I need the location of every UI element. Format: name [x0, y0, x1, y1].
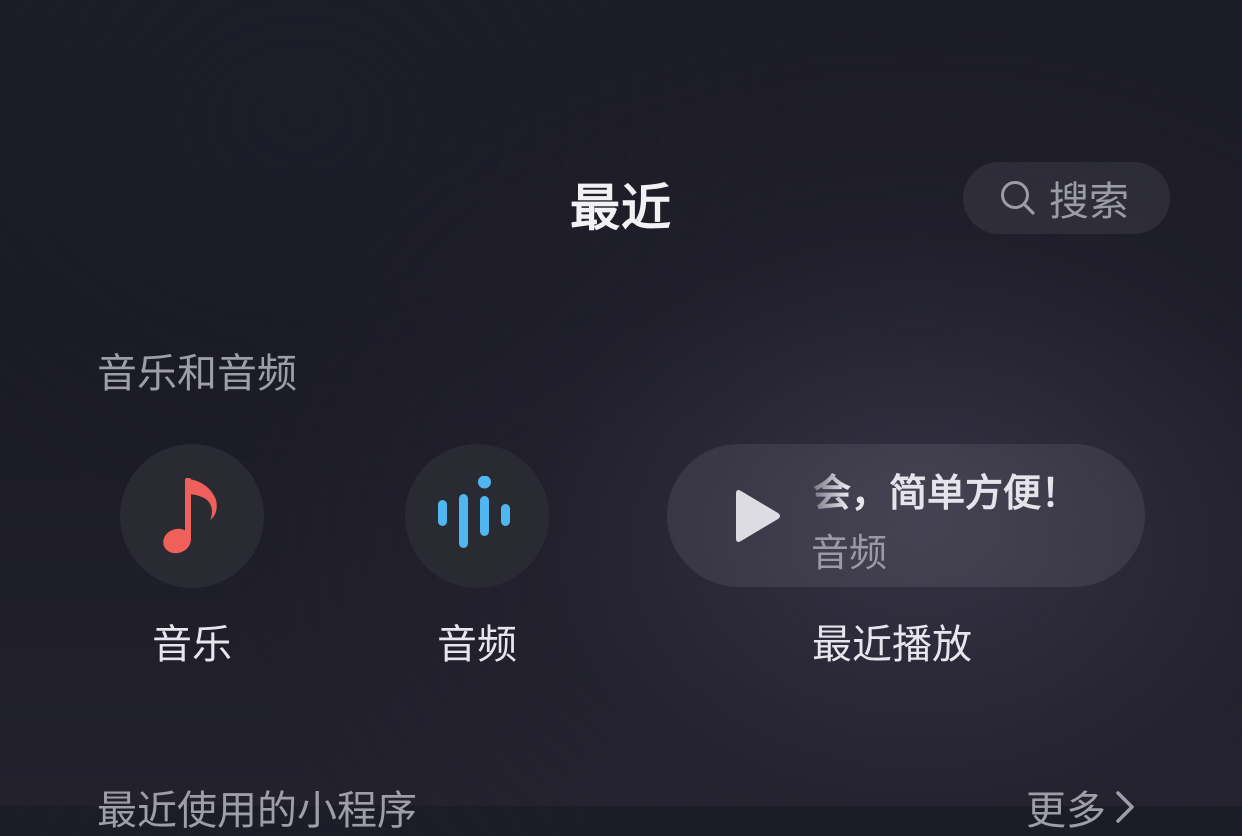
music-label: 音乐 — [152, 622, 232, 668]
recent-track-title: 会，简单方便！ — [813, 471, 1080, 515]
more-label: 更多 — [1026, 788, 1106, 834]
music-note-icon — [163, 478, 217, 554]
audio-button[interactable] — [405, 444, 549, 588]
recent-play-card[interactable]: 会，简单方便！ 音频 — [667, 444, 1145, 587]
audio-wave-icon — [438, 476, 510, 548]
search-button[interactable]: 搜索 — [963, 162, 1170, 234]
search-icon — [1001, 181, 1035, 215]
music-button[interactable] — [120, 444, 264, 588]
play-icon[interactable] — [735, 489, 781, 543]
chevron-right-icon — [1116, 791, 1134, 823]
audio-label: 音频 — [437, 622, 517, 668]
search-label: 搜索 — [1049, 179, 1129, 225]
more-button[interactable]: 更多 — [1026, 778, 1136, 836]
recent-play-label: 最近播放 — [812, 622, 972, 668]
section-title-music-audio: 音乐和音频 — [97, 351, 297, 397]
recent-track-source: 音频 — [811, 531, 888, 575]
section-title-mini-programs: 最近使用的小程序 — [97, 788, 417, 834]
